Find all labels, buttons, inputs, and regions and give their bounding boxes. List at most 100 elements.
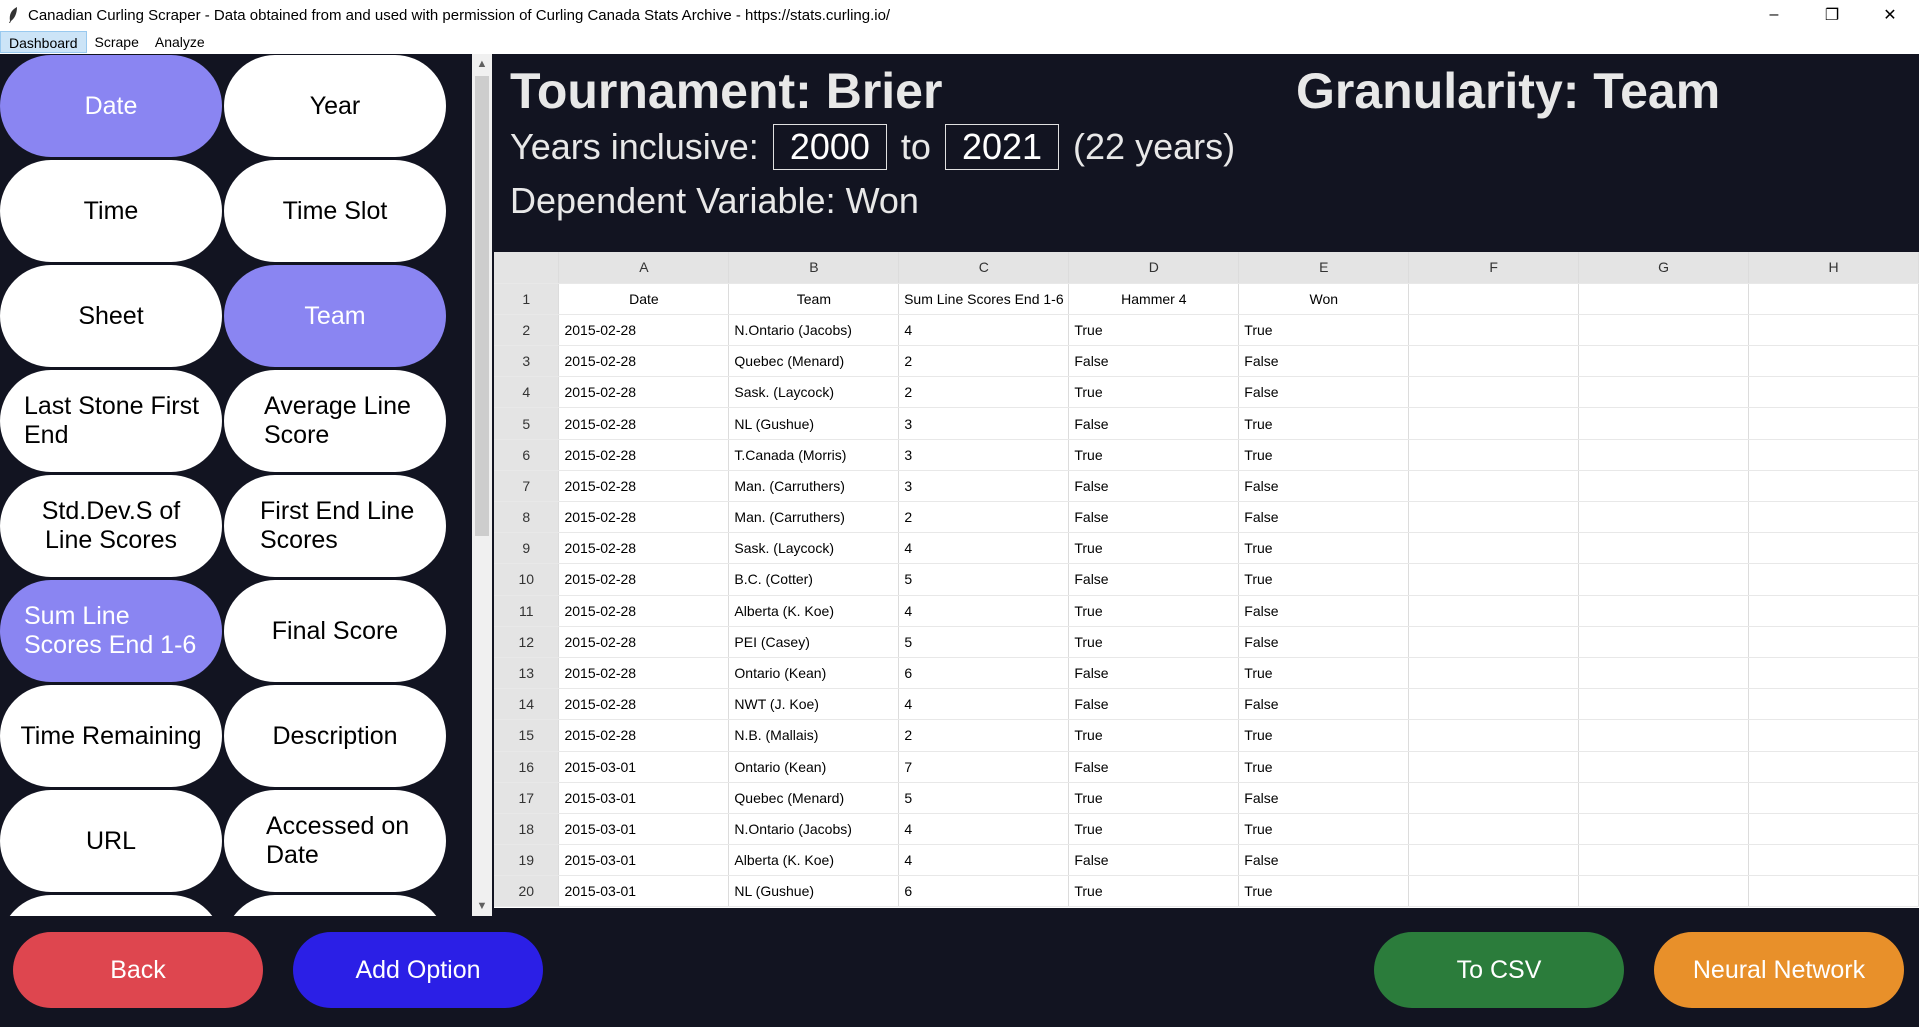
column-header[interactable]: D bbox=[1068, 252, 1240, 284]
option-url[interactable]: URL bbox=[0, 790, 222, 892]
table-cell[interactable] bbox=[1748, 595, 1919, 627]
option-partial-hidden[interactable] bbox=[0, 895, 222, 916]
table-cell[interactable]: Man. (Carruthers) bbox=[728, 470, 900, 503]
table-cell[interactable] bbox=[1748, 626, 1919, 658]
table-cell[interactable] bbox=[1748, 407, 1919, 440]
to-csv-button[interactable]: To CSV bbox=[1374, 932, 1624, 1008]
header-cell[interactable]: Hammer 4 bbox=[1068, 283, 1240, 315]
table-cell[interactable]: Quebec (Menard) bbox=[728, 782, 900, 814]
table-cell[interactable]: False bbox=[1068, 501, 1240, 534]
scroll-thumb[interactable] bbox=[475, 76, 489, 536]
table-cell[interactable] bbox=[1408, 657, 1580, 690]
header-cell[interactable] bbox=[1578, 283, 1750, 315]
table-cell[interactable] bbox=[1578, 719, 1750, 752]
table-cell[interactable] bbox=[1408, 376, 1580, 409]
table-cell[interactable]: True bbox=[1238, 407, 1410, 440]
table-cell[interactable] bbox=[1408, 501, 1580, 534]
table-cell[interactable]: True bbox=[1068, 439, 1240, 471]
table-cell[interactable] bbox=[1408, 875, 1580, 908]
header-cell[interactable]: Sum Line Scores End 1-6 bbox=[898, 283, 1070, 315]
table-cell[interactable] bbox=[1408, 439, 1580, 471]
table-cell[interactable]: 2015-02-28 bbox=[558, 407, 730, 440]
row-number[interactable]: 14 bbox=[494, 688, 560, 721]
header-cell[interactable]: Date bbox=[558, 283, 730, 315]
scroll-down-icon[interactable]: ▼ bbox=[472, 896, 492, 916]
scroll-up-icon[interactable]: ▲ bbox=[472, 54, 492, 74]
table-cell[interactable] bbox=[1578, 532, 1750, 565]
table-cell[interactable]: 2 bbox=[898, 345, 1070, 378]
table-cell[interactable] bbox=[1578, 782, 1750, 814]
option-year[interactable]: Year bbox=[224, 55, 446, 157]
table-cell[interactable]: False bbox=[1068, 688, 1240, 721]
back-button[interactable]: Back bbox=[13, 932, 263, 1008]
table-cell[interactable]: Ontario (Kean) bbox=[728, 657, 900, 690]
option-partial-hidden[interactable] bbox=[224, 895, 446, 916]
table-cell[interactable] bbox=[1748, 719, 1919, 752]
header-cell[interactable]: Won bbox=[1238, 283, 1410, 315]
sheet-corner[interactable] bbox=[494, 252, 560, 284]
option-average-line-score[interactable]: Average Line Score bbox=[224, 370, 446, 472]
table-cell[interactable]: True bbox=[1238, 751, 1410, 783]
table-cell[interactable]: 2015-02-28 bbox=[558, 501, 730, 534]
row-number[interactable]: 3 bbox=[494, 345, 560, 378]
table-cell[interactable]: 2015-02-28 bbox=[558, 719, 730, 752]
table-cell[interactable] bbox=[1748, 314, 1919, 347]
table-cell[interactable]: True bbox=[1238, 813, 1410, 846]
option-final-score[interactable]: Final Score bbox=[224, 580, 446, 682]
table-cell[interactable]: 2015-02-28 bbox=[558, 314, 730, 347]
table-cell[interactable]: N.Ontario (Jacobs) bbox=[728, 314, 900, 347]
table-cell[interactable]: 2015-02-28 bbox=[558, 595, 730, 627]
table-cell[interactable] bbox=[1578, 439, 1750, 471]
table-cell[interactable] bbox=[1748, 782, 1919, 814]
data-sheet[interactable]: ABCDEFGH 1 Date Team Sum Line Scores End 1… bbox=[494, 252, 1919, 908]
table-cell[interactable]: True bbox=[1238, 875, 1410, 908]
table-cell[interactable]: 4 bbox=[898, 813, 1070, 846]
table-cell[interactable]: 2015-02-28 bbox=[558, 439, 730, 471]
table-cell[interactable] bbox=[1408, 782, 1580, 814]
table-cell[interactable]: False bbox=[1238, 501, 1410, 534]
row-number[interactable]: 4 bbox=[494, 376, 560, 409]
table-cell[interactable]: Sask. (Laycock) bbox=[728, 532, 900, 565]
table-cell[interactable] bbox=[1578, 563, 1750, 596]
menu-scrape[interactable]: Scrape bbox=[87, 31, 147, 53]
row-number[interactable]: 20 bbox=[494, 875, 560, 908]
option-accessed-on-date[interactable]: Accessed on Date bbox=[224, 790, 446, 892]
table-cell[interactable] bbox=[1408, 532, 1580, 565]
table-cell[interactable]: True bbox=[1238, 532, 1410, 565]
table-cell[interactable] bbox=[1408, 844, 1580, 877]
table-cell[interactable]: False bbox=[1068, 657, 1240, 690]
table-cell[interactable]: True bbox=[1068, 595, 1240, 627]
table-cell[interactable]: False bbox=[1238, 688, 1410, 721]
table-cell[interactable]: True bbox=[1068, 782, 1240, 814]
table-cell[interactable]: True bbox=[1238, 657, 1410, 690]
close-button[interactable]: ✕ bbox=[1861, 0, 1919, 30]
table-cell[interactable]: 3 bbox=[898, 407, 1070, 440]
option-first-end-line-scores[interactable]: First End Line Scores bbox=[224, 475, 446, 577]
option-description[interactable]: Description bbox=[224, 685, 446, 787]
table-cell[interactable] bbox=[1748, 688, 1919, 721]
table-cell[interactable]: 2015-03-01 bbox=[558, 813, 730, 846]
option-sum-line-scores-end-1-6[interactable]: Sum Line Scores End 1-6 bbox=[0, 580, 222, 682]
table-cell[interactable]: Alberta (K. Koe) bbox=[728, 595, 900, 627]
table-cell[interactable]: 2015-02-28 bbox=[558, 532, 730, 565]
table-cell[interactable]: B.C. (Cotter) bbox=[728, 563, 900, 596]
table-cell[interactable]: 2 bbox=[898, 719, 1070, 752]
table-cell[interactable]: False bbox=[1238, 782, 1410, 814]
table-cell[interactable]: 4 bbox=[898, 844, 1070, 877]
row-number[interactable]: 13 bbox=[494, 657, 560, 690]
table-cell[interactable] bbox=[1578, 657, 1750, 690]
table-cell[interactable]: True bbox=[1068, 875, 1240, 908]
table-cell[interactable] bbox=[1408, 470, 1580, 503]
option-time-slot[interactable]: Time Slot bbox=[224, 160, 446, 262]
table-cell[interactable]: 5 bbox=[898, 626, 1070, 658]
table-cell[interactable]: Alberta (K. Koe) bbox=[728, 844, 900, 877]
row-number[interactable]: 19 bbox=[494, 844, 560, 877]
table-cell[interactable]: False bbox=[1068, 407, 1240, 440]
table-cell[interactable]: 2 bbox=[898, 501, 1070, 534]
table-cell[interactable] bbox=[1408, 407, 1580, 440]
table-cell[interactable] bbox=[1578, 751, 1750, 783]
table-cell[interactable] bbox=[1748, 345, 1919, 378]
table-cell[interactable]: PEI (Casey) bbox=[728, 626, 900, 658]
table-cell[interactable] bbox=[1578, 407, 1750, 440]
table-cell[interactable]: True bbox=[1068, 719, 1240, 752]
